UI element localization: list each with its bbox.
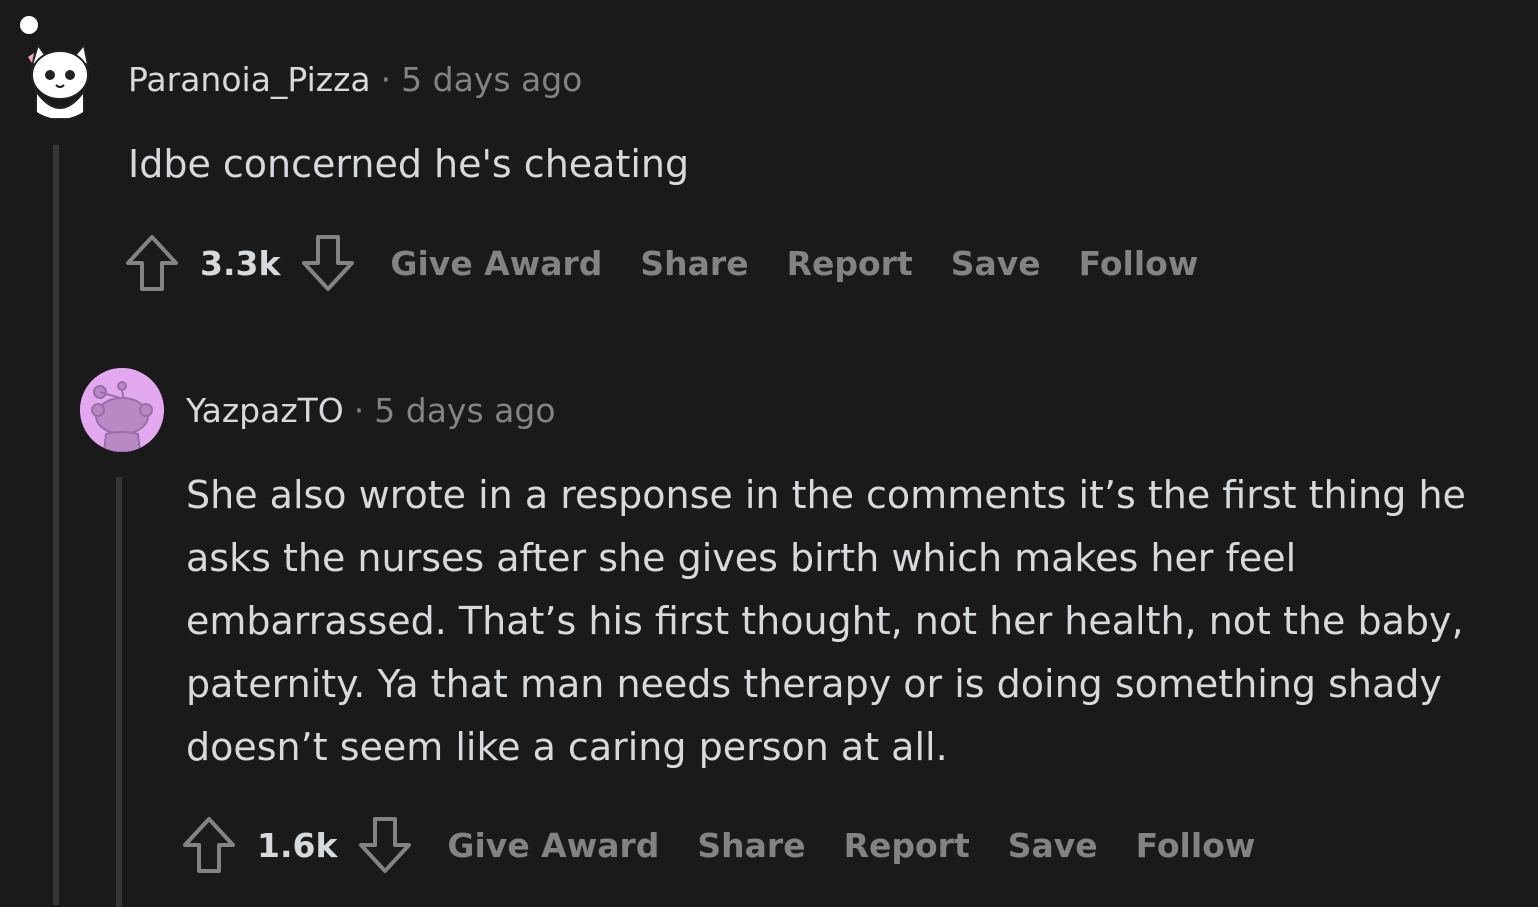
- separator-dot: ·: [380, 60, 392, 99]
- report-button[interactable]: Report: [787, 244, 913, 283]
- report-button[interactable]: Report: [844, 826, 970, 865]
- antenna-dot-icon: [20, 16, 38, 34]
- upvote-icon[interactable]: [181, 815, 237, 875]
- thread-line[interactable]: [53, 145, 59, 905]
- save-button[interactable]: Save: [1008, 826, 1098, 865]
- timestamp[interactable]: 5 days ago: [374, 391, 555, 430]
- timestamp[interactable]: 5 days ago: [401, 60, 582, 99]
- thread-line[interactable]: [116, 477, 122, 907]
- upvote-icon[interactable]: [124, 233, 180, 293]
- downvote-icon[interactable]: [300, 233, 356, 293]
- comment-body: Idbe concerned he's cheating: [128, 142, 690, 186]
- comment-meta: YazpazTO · 5 days ago: [186, 391, 556, 430]
- save-button[interactable]: Save: [951, 244, 1041, 283]
- follow-button[interactable]: Follow: [1079, 244, 1199, 283]
- downvote-icon[interactable]: [357, 815, 413, 875]
- give-award-button[interactable]: Give Award: [390, 244, 602, 283]
- comment-meta: Paranoia_Pizza · 5 days ago: [128, 60, 582, 99]
- comment-body: She also wrote in a response in the comm…: [186, 473, 1466, 769]
- give-award-button[interactable]: Give Award: [447, 826, 659, 865]
- user-avatar[interactable]: [80, 368, 164, 452]
- user-avatar[interactable]: [18, 35, 102, 119]
- default-snoo-avatar-icon: [80, 368, 164, 452]
- comment-actions: 1.6k Give Award Share Report Save Follow: [181, 815, 1255, 875]
- comment-actions: 3.3k Give Award Share Report Save Follow: [124, 233, 1198, 293]
- vote-score: 1.6k: [257, 825, 338, 865]
- snoo-cat-avatar-icon: [18, 35, 102, 119]
- share-button[interactable]: Share: [697, 826, 805, 865]
- vote-score: 3.3k: [200, 243, 281, 283]
- separator-dot: ·: [353, 391, 365, 430]
- follow-button[interactable]: Follow: [1136, 826, 1256, 865]
- share-button[interactable]: Share: [640, 244, 748, 283]
- username[interactable]: YazpazTO: [186, 391, 344, 430]
- username[interactable]: Paranoia_Pizza: [128, 60, 371, 99]
